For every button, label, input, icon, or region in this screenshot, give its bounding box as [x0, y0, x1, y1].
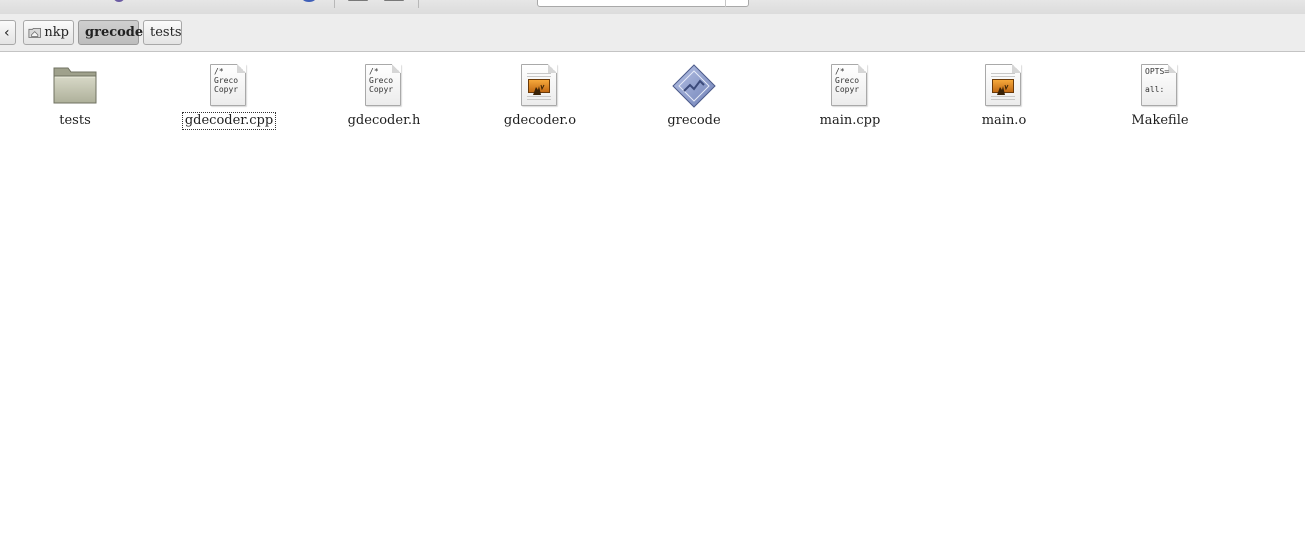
- text-file-icon: /* Greco Copyr: [205, 63, 253, 109]
- file-name: gdecoder.cpp: [181, 112, 277, 130]
- text-file-icon: /* Greco Copyr: [826, 63, 874, 109]
- search-label-icon: [440, 0, 530, 4]
- icon-view-icon[interactable]: [347, 0, 369, 4]
- file-name: main.cpp: [819, 113, 881, 128]
- breadcrumb-label: nkp: [44, 25, 69, 40]
- toolbar-small-icon[interactable]: [156, 0, 166, 4]
- trash-icon[interactable]: [265, 0, 281, 4]
- folder-icon: [53, 67, 97, 104]
- file-name: Makefile: [1131, 113, 1189, 128]
- toolbar-separator: [334, 0, 335, 8]
- home-folder-icon[interactable]: [233, 0, 245, 4]
- file-name: grecode: [667, 113, 721, 128]
- network-icon[interactable]: [300, 0, 318, 4]
- binary-file-icon: [516, 63, 564, 109]
- breadcrumb-label: tests: [150, 25, 182, 40]
- file-item-makefile[interactable]: OPTS= all: Makefile: [1090, 63, 1230, 133]
- list-view-icon[interactable]: [383, 0, 405, 4]
- file-item-main-o[interactable]: main.o: [934, 63, 1074, 133]
- file-name: gdecoder.h: [347, 113, 421, 128]
- file-item-gdecoder-cpp[interactable]: /* Greco Copyr gdecoder.cpp: [159, 63, 299, 133]
- toolbar-extra-icon[interactable]: [760, 0, 786, 4]
- text-file-icon: /* Greco Copyr: [360, 63, 408, 109]
- file-name: tests: [59, 113, 91, 128]
- home-folder-icon: [28, 28, 41, 38]
- file-item-grecode[interactable]: grecode: [624, 63, 764, 133]
- navigation-arrows-icon[interactable]: [0, 0, 60, 4]
- breadcrumb-label: grecode: [85, 25, 144, 40]
- chevron-left-icon: ‹: [4, 24, 10, 41]
- file-icon-view[interactable]: tests /* Greco Copyr gdecoder.cpp /* Gre…: [0, 53, 1305, 552]
- search-input[interactable]: [537, 0, 749, 7]
- binary-file-icon: [980, 63, 1028, 109]
- breadcrumb-grecode[interactable]: grecode: [78, 20, 143, 45]
- path-bar: ‹ nkp grecode tests: [0, 14, 1305, 52]
- file-name: main.o: [981, 113, 1027, 128]
- file-name: gdecoder.o: [503, 113, 577, 128]
- file-item-gdecoder-o[interactable]: gdecoder.o: [470, 63, 610, 133]
- executable-icon: [672, 64, 716, 108]
- breadcrumb-nkp[interactable]: nkp: [23, 20, 74, 45]
- text-file-icon: OPTS= all:: [1136, 63, 1184, 109]
- path-back-button[interactable]: ‹: [0, 20, 16, 45]
- file-item-tests[interactable]: tests: [5, 63, 145, 133]
- file-item-gdecoder-h[interactable]: /* Greco Copyr gdecoder.h: [314, 63, 454, 133]
- file-item-main-cpp[interactable]: /* Greco Copyr main.cpp: [780, 63, 920, 133]
- main-toolbar: [0, 0, 1305, 15]
- breadcrumb-tests[interactable]: tests: [143, 20, 182, 45]
- toolbar-separator: [418, 0, 419, 8]
- reload-icon[interactable]: [112, 0, 126, 4]
